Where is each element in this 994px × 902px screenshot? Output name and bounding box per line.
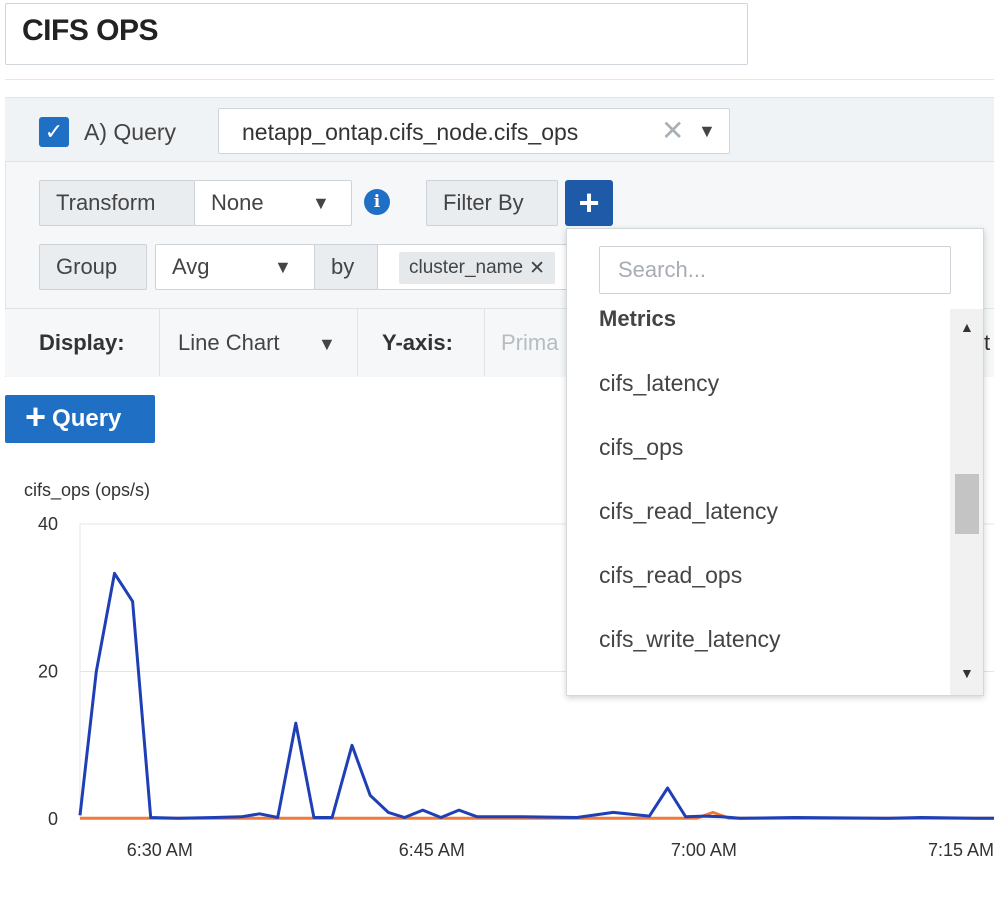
chevron-down-icon[interactable]: ▼	[312, 193, 330, 214]
dropdown-item[interactable]: cifs_ops	[599, 434, 683, 461]
chart-x-tick-label: 6:45 AM	[399, 840, 465, 860]
dropdown-heading: Metrics	[599, 306, 677, 331]
yaxis-label: Y-axis:	[382, 330, 453, 355]
display-type-select[interactable]: Line Chart	[178, 330, 280, 356]
add-query-label: Query	[52, 405, 122, 432]
dropdown-scrollbar[interactable]: ▲ ▼	[950, 309, 983, 695]
chart-y-axis-label: cifs_ops (ops/s)	[24, 480, 150, 501]
info-icon[interactable]: i	[364, 189, 390, 215]
dropdown-item[interactable]: cifs_write_latency	[599, 626, 781, 653]
metric-value: netapp_ontap.cifs_node.cifs_ops	[242, 119, 579, 145]
chart-y-tick-label: 20	[38, 662, 58, 682]
chart-y-ticks: 0 20 40	[38, 514, 58, 829]
chevron-down-icon[interactable]: ▼	[698, 121, 716, 142]
add-filter-button[interactable]: +	[565, 180, 613, 226]
display-label: Display:	[39, 330, 125, 355]
checkbox-checked-icon[interactable]: ✓	[39, 117, 69, 147]
search-input[interactable]	[599, 246, 951, 294]
transform-label: Transform	[39, 180, 195, 226]
dropdown-item[interactable]: cifs_read_ops	[599, 562, 742, 589]
divider	[484, 308, 485, 376]
divider	[159, 308, 160, 376]
truncated-text: t	[984, 330, 991, 355]
divider	[357, 308, 358, 376]
chevron-down-icon[interactable]: ▼	[274, 257, 292, 278]
chart-x-tick-label: 6:30 AM	[127, 840, 193, 860]
group-by-tag-label: cluster_name	[409, 257, 524, 278]
plus-icon: +	[25, 396, 47, 437]
chevron-down-icon[interactable]: ▼	[318, 334, 336, 355]
dropdown-item[interactable]: cifs_read_latency	[599, 498, 778, 525]
group-value: Avg	[172, 254, 210, 279]
filter-by-label: Filter By	[426, 180, 558, 226]
group-label: Group	[39, 244, 147, 290]
plus-icon: +	[578, 182, 600, 223]
remove-tag-icon[interactable]: ✕	[529, 257, 545, 280]
add-query-button[interactable]: + Query	[5, 395, 155, 443]
chart-x-tick-label: 7:15 AM	[928, 840, 994, 860]
metric-dropdown: Metrics cifs_latency cifs_ops cifs_read_…	[566, 228, 984, 696]
chart-y-tick-label: 0	[48, 809, 58, 829]
yaxis-select[interactable]: Prima	[501, 330, 558, 356]
query-label: A) Query	[84, 119, 177, 145]
by-label: by	[314, 244, 378, 290]
scroll-down-icon[interactable]: ▼	[960, 665, 974, 681]
chart-x-ticks: 6:30 AM 6:45 AM 7:00 AM 7:15 AM	[127, 840, 994, 860]
page-title: CIFS OPS	[22, 14, 159, 47]
transform-value: None	[211, 190, 264, 215]
dropdown-item[interactable]: cifs_latency	[599, 370, 719, 397]
chart-x-tick-label: 7:00 AM	[671, 840, 737, 860]
scrollbar-thumb[interactable]	[955, 474, 979, 534]
chart-y-tick-label: 40	[38, 514, 58, 534]
scroll-up-icon[interactable]: ▲	[960, 319, 974, 335]
divider	[5, 79, 994, 80]
clear-x-icon[interactable]: ✕	[661, 114, 684, 147]
group-by-tag[interactable]: cluster_name ✕	[399, 252, 555, 284]
